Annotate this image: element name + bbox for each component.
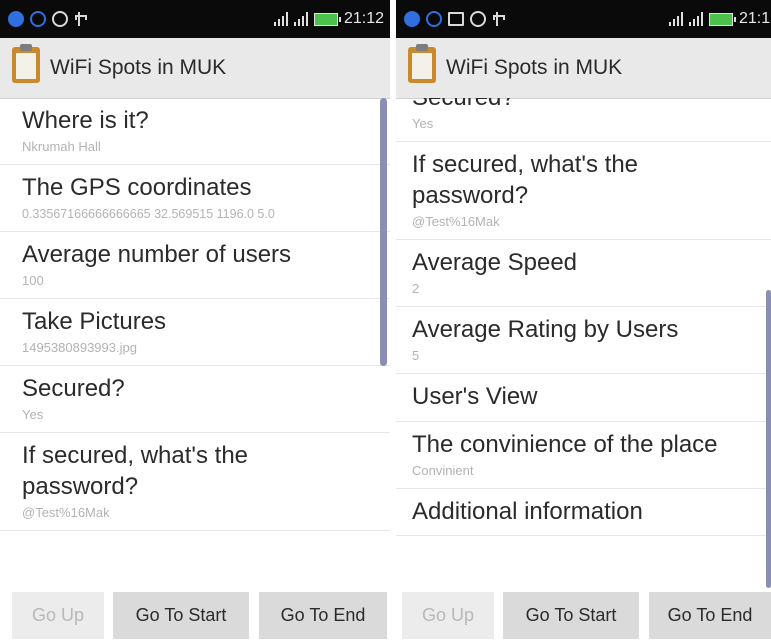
item-title: Additional information	[412, 498, 643, 525]
item-value: 100	[22, 273, 44, 288]
item-value: Yes	[412, 116, 434, 131]
item-value: Yes	[22, 407, 44, 422]
item-title: Take Pictures	[22, 308, 167, 335]
go-to-start-button[interactable]: Go To Start	[503, 592, 639, 639]
list-item[interactable]: Average Speed 2	[396, 240, 771, 307]
item-title: If secured, what's the password?	[22, 442, 249, 500]
button-bar: Go Up Go To Start Go To End	[396, 588, 771, 641]
item-value: Nkrumah Hall	[22, 139, 101, 154]
sync-icon	[426, 11, 442, 27]
list-item[interactable]: The GPS coordinates 0.33567166666666665 …	[0, 165, 390, 232]
list-item[interactable]: Average Rating by Users 5	[396, 307, 771, 374]
list-item[interactable]: Average number of users 100	[0, 232, 390, 299]
app-title: WiFi Spots in MUK	[50, 56, 227, 79]
list-item[interactable]: Secured? Yes	[396, 98, 771, 142]
app-notification-icon	[404, 11, 420, 27]
signal-icon-2	[688, 12, 703, 26]
item-title: Average number of users	[22, 241, 292, 268]
whatsapp-icon	[52, 11, 68, 27]
scrollbar[interactable]	[766, 290, 771, 588]
item-title: Average Rating by Users	[412, 316, 679, 343]
item-value: 5	[412, 348, 420, 363]
battery-icon	[708, 12, 736, 26]
left-screen: 21:12 WiFi Spots in MUK Where is it? Nkr…	[0, 0, 390, 641]
go-to-end-button[interactable]: Go To End	[259, 592, 387, 639]
list-item[interactable]: If secured, what's the password? @Test%1…	[396, 142, 771, 240]
item-value: Convinient	[412, 463, 474, 478]
form-list[interactable]: Secured? Yes If secured, what's the pass…	[396, 98, 771, 588]
button-bar: Go Up Go To Start Go To End	[0, 588, 390, 641]
clipboard-icon	[12, 44, 40, 83]
sync-icon	[30, 11, 46, 27]
item-title: The convinience of the place	[412, 431, 718, 458]
usb-icon	[74, 11, 87, 27]
status-bar: 21:12	[0, 0, 390, 38]
go-to-end-button[interactable]: Go To End	[649, 592, 771, 639]
list-item[interactable]: User's View	[396, 374, 771, 422]
item-title: If secured, what's the password?	[412, 151, 639, 209]
item-value: @Test%16Mak	[412, 214, 500, 229]
item-title: Secured?	[22, 375, 125, 402]
item-value: @Test%16Mak	[22, 505, 110, 520]
usb-icon	[492, 11, 505, 27]
whatsapp-icon	[470, 11, 486, 27]
list-item[interactable]: The convinience of the place Convinient	[396, 422, 771, 489]
list-item[interactable]: Take Pictures 1495380893993.jpg	[0, 299, 390, 366]
item-value: 1495380893993.jpg	[22, 340, 137, 355]
list-item[interactable]: Secured? Yes	[0, 366, 390, 433]
item-title: The GPS coordinates	[22, 174, 252, 201]
right-screen: 21:12 WiFi Spots in MUK Secured? Yes If …	[396, 0, 771, 641]
signal-icon-2	[293, 12, 308, 26]
app-bar: WiFi Spots in MUK	[0, 38, 390, 99]
status-time: 21:12	[343, 10, 384, 27]
item-title: Average Speed	[412, 249, 578, 276]
list-item[interactable]: If secured, what's the password? @Test%1…	[0, 433, 390, 531]
list-item[interactable]: Additional information	[396, 489, 771, 536]
item-value: 0.33567166666666665 32.569515 1196.0 5.0	[22, 207, 275, 221]
scrollbar[interactable]	[380, 98, 387, 366]
signal-icon	[273, 12, 288, 26]
status-time: 21:12	[738, 10, 771, 27]
app-bar: WiFi Spots in MUK	[396, 38, 771, 99]
status-bar: 21:12	[396, 0, 771, 38]
battery-icon	[313, 12, 341, 26]
go-to-start-button[interactable]: Go To Start	[113, 592, 249, 639]
go-up-button[interactable]: Go Up	[402, 592, 494, 639]
list-item[interactable]: Where is it? Nkrumah Hall	[0, 98, 390, 165]
app-title: WiFi Spots in MUK	[446, 56, 623, 79]
image-icon	[448, 12, 464, 26]
signal-icon	[668, 12, 683, 26]
clipboard-icon	[408, 44, 436, 83]
item-title: Where is it?	[22, 107, 149, 134]
item-title: Secured?	[412, 98, 757, 113]
item-title: User's View	[412, 383, 538, 410]
form-list[interactable]: Where is it? Nkrumah Hall The GPS coordi…	[0, 98, 390, 588]
app-notification-icon	[8, 11, 24, 27]
go-up-button[interactable]: Go Up	[12, 592, 104, 639]
item-value: 2	[412, 281, 420, 296]
